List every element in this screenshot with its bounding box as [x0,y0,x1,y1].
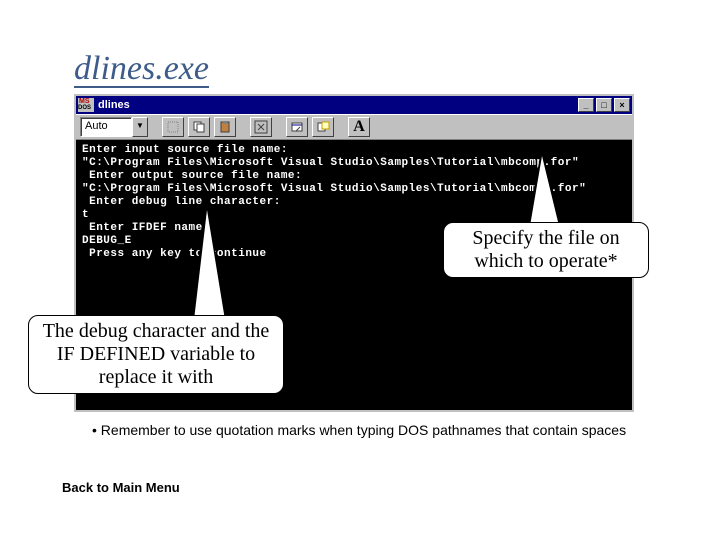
callout-debug: The debug character and the IF DEFINED v… [28,315,284,394]
back-link[interactable]: Back to Main Menu [62,480,180,495]
note-bullet: Remember to use quotation marks when typ… [92,422,642,440]
msdos-icon [78,98,94,112]
maximize-button[interactable]: □ [596,98,612,112]
window-title: dlines [98,99,576,111]
chevron-down-icon[interactable]: ▼ [132,117,148,137]
toolbar: Auto ▼ A [76,114,632,140]
close-button[interactable]: × [614,98,630,112]
minimize-button[interactable]: _ [578,98,594,112]
properties-button[interactable] [286,117,308,137]
callout-file: Specify the file on which to operate* [443,222,649,278]
paste-button[interactable] [214,117,236,137]
titlebar: dlines _ □ × [76,96,632,114]
font-button[interactable]: A [348,117,370,137]
fullscreen-button[interactable] [250,117,272,137]
mark-button[interactable] [162,117,184,137]
background-button[interactable] [312,117,334,137]
font-size-value: Auto [80,117,132,137]
copy-button[interactable] [188,117,210,137]
callout-tail [190,205,228,317]
callout-tail [527,152,561,224]
page-title: dlines.exe [74,52,209,88]
font-size-combo[interactable]: Auto ▼ [80,117,148,137]
